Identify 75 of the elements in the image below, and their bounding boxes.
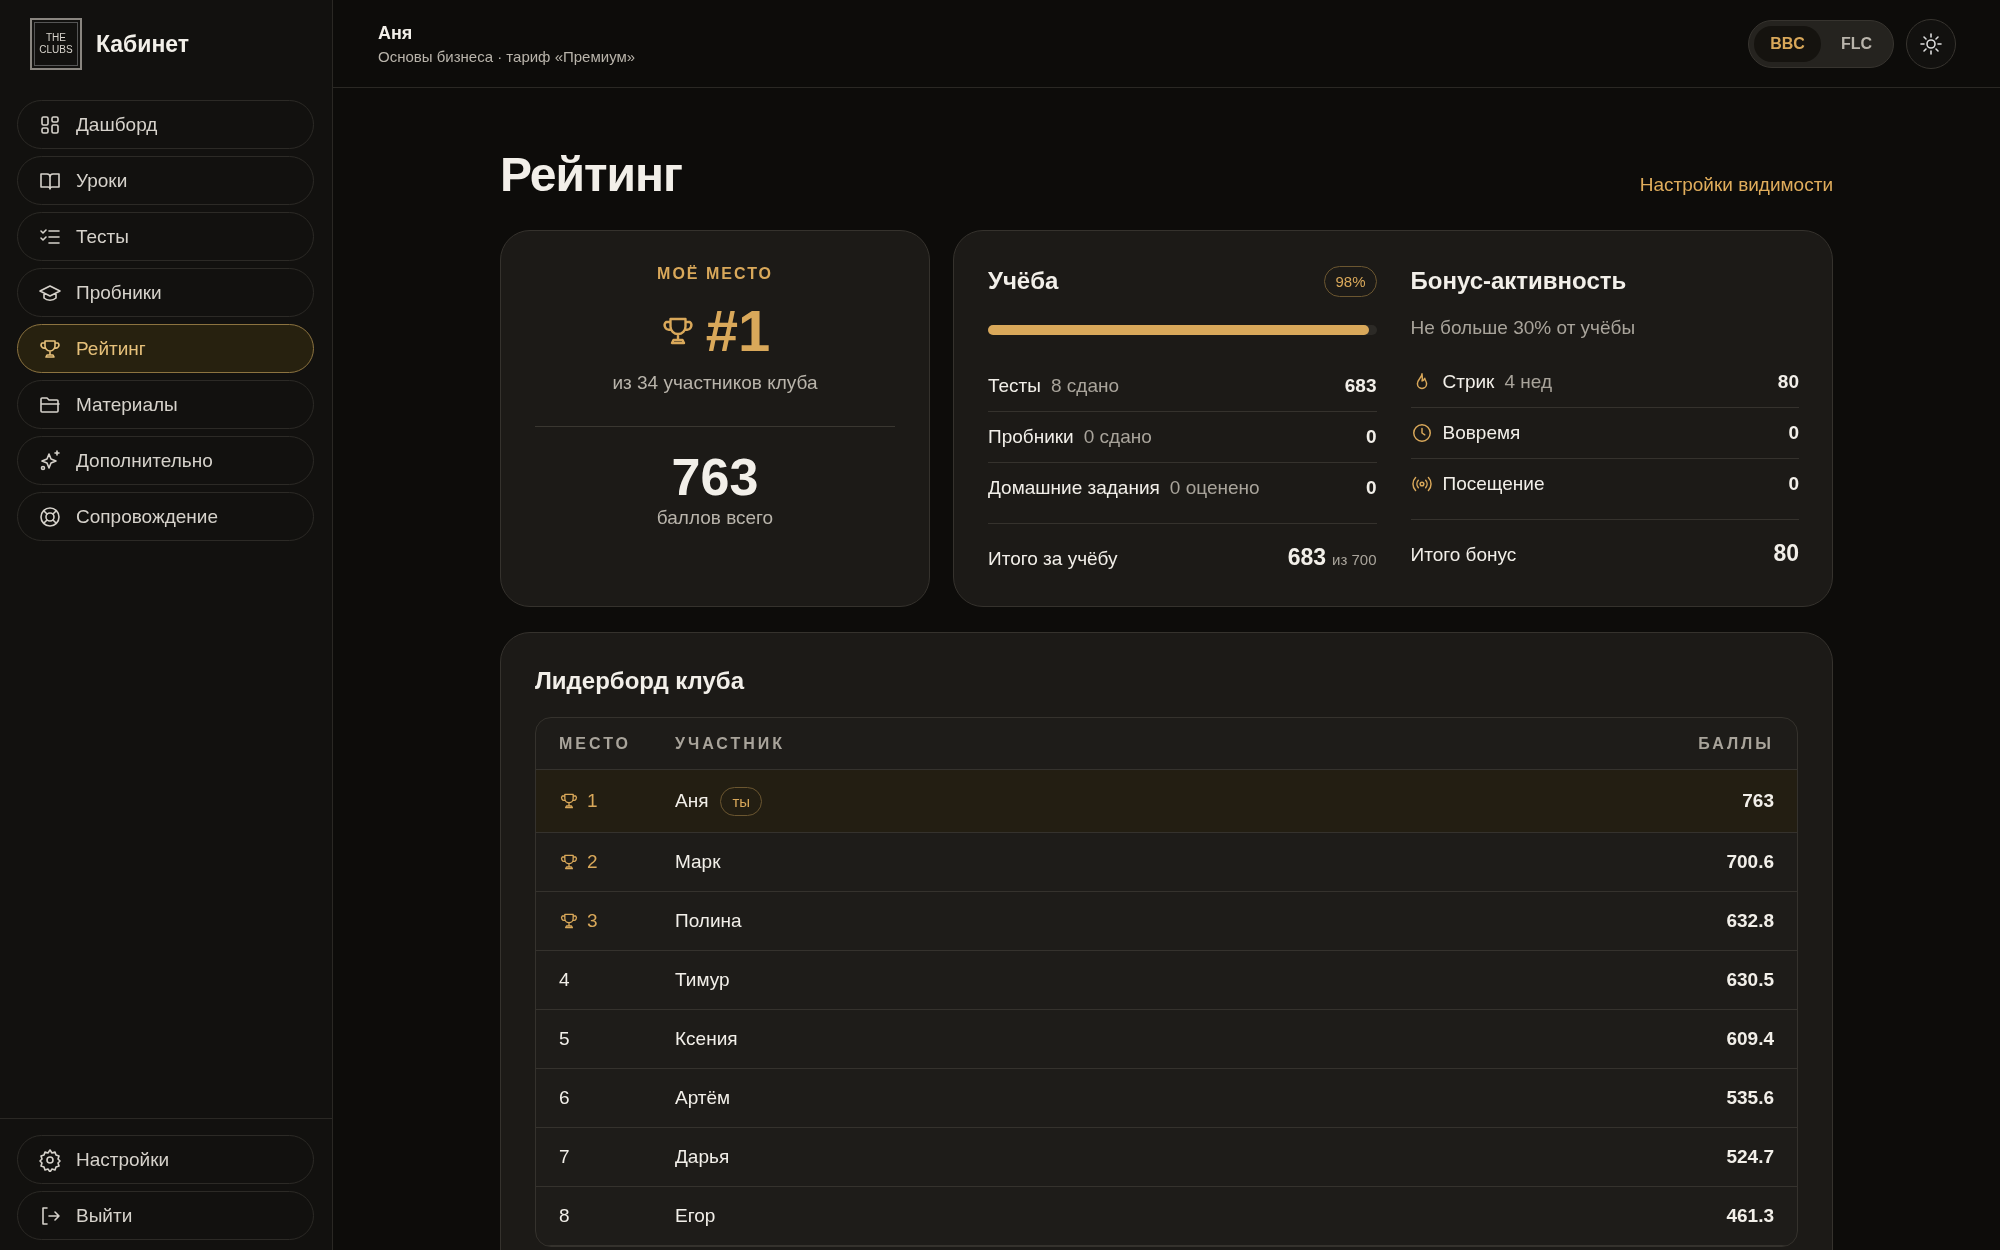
name-cell: Артём <box>675 1087 731 1109</box>
leaderboard-title: Лидерборд клуба <box>535 667 746 695</box>
logo-text: THE CLUBS <box>39 32 73 56</box>
points-cell-text: 763 <box>1741 790 1774 812</box>
place-cell: 2 <box>587 851 598 873</box>
points-cell-text: 535.6 <box>1725 1087 1774 1109</box>
app-title: Кабинет <box>96 30 190 58</box>
nav-item[interactable]: Тесты <box>17 212 314 261</box>
bonus-note: 4 нед <box>1504 371 1552 393</box>
program-tab[interactable]: BBC <box>1754 25 1821 62</box>
place-cell: 6 <box>559 1087 570 1109</box>
bonus-title: Бонус-активность <box>1410 267 1627 295</box>
place-cell: 7 <box>559 1146 570 1168</box>
score-note: 0 оценено <box>1169 477 1260 499</box>
bonus-label: Вовремя <box>1442 422 1521 444</box>
score-label: Пробники <box>988 426 1074 448</box>
total-value: 80 <box>1773 540 1799 567</box>
nav-item[interactable]: Пробники <box>17 268 314 317</box>
place-cell: 5 <box>559 1028 570 1050</box>
score-label: Тесты <box>988 375 1041 397</box>
nav-item[interactable]: Дополнительно <box>17 436 314 485</box>
name-cell: Полина <box>675 910 742 932</box>
points-cell-text: 630.5 <box>1725 969 1774 991</box>
page-title: Рейтинг <box>500 147 683 202</box>
place-cell: 4 <box>559 969 570 991</box>
bonus-label: Стрик <box>1442 371 1495 393</box>
place-cell: 8 <box>559 1205 570 1227</box>
score-note: 0 сдано <box>1083 426 1152 448</box>
score-note: 8 сдано <box>1050 375 1120 397</box>
column-header: УЧАСТНИК <box>675 734 787 753</box>
name-cell: Аня <box>675 790 709 812</box>
name-cell: Ксения <box>675 1028 738 1050</box>
course-subtitle: Основы бизнеса · тариф «Премиум» <box>378 47 636 65</box>
bonus-subtitle: Не больше 30% от учёбы <box>1410 317 1637 339</box>
total-points: 763 <box>671 447 759 507</box>
nav-item[interactable]: Уроки <box>17 156 314 205</box>
column-header: МЕСТО <box>559 734 632 753</box>
place-number: #1 <box>705 297 771 364</box>
nav-item[interactable]: Сопровождение <box>17 492 314 541</box>
total-value: 683 <box>1287 544 1327 571</box>
points-caption: баллов всего <box>656 507 774 529</box>
program-tab[interactable]: FLC <box>1824 25 1888 62</box>
points-cell-text: 609.4 <box>1725 1028 1774 1050</box>
nav-item[interactable]: Материалы <box>17 380 314 429</box>
nav-item[interactable]: Рейтинг <box>17 324 314 373</box>
nav-item[interactable]: Настройки <box>17 1135 314 1184</box>
study-title: Учёба <box>988 267 1059 295</box>
user-name: Аня <box>378 22 414 44</box>
points-cell-text: 632.8 <box>1725 910 1774 932</box>
score-value: 683 <box>1344 375 1377 397</box>
place-cell: 1 <box>587 790 598 812</box>
points-cell-text: 700.6 <box>1725 851 1774 873</box>
name-cell: Марк <box>675 851 721 873</box>
name-cell: Егор <box>675 1205 716 1227</box>
bonus-value: 80 <box>1777 371 1799 393</box>
name-cell: Тимур <box>675 969 730 991</box>
bonus-label: Посещение <box>1442 473 1545 495</box>
name-cell: Дарья <box>675 1146 730 1168</box>
bonus-value: 0 <box>1788 473 1799 495</box>
nav-item[interactable]: Дашборд <box>17 100 314 149</box>
bonus-value: 0 <box>1788 422 1799 444</box>
points-cell-text: 524.7 <box>1725 1146 1774 1168</box>
visibility-settings-link[interactable]: Настройки видимости <box>1639 174 1833 202</box>
total-label: Итого бонус <box>1410 544 1517 566</box>
nav-item[interactable]: Выйти <box>17 1191 314 1240</box>
score-value: 0 <box>1365 426 1377 448</box>
my-place-label: МОЁ МЕСТО <box>657 265 773 283</box>
column-header: БАЛЛЫ <box>1697 734 1774 753</box>
score-value: 0 <box>1365 477 1377 499</box>
score-label: Домашние задания <box>988 477 1160 499</box>
place-caption: из 34 участников клуба <box>612 372 818 394</box>
points-cell-text: 461.3 <box>1725 1205 1774 1227</box>
total-label: Итого за учёбу <box>988 548 1118 570</box>
place-cell: 3 <box>587 910 598 932</box>
total-max: из 700 <box>1332 551 1377 568</box>
